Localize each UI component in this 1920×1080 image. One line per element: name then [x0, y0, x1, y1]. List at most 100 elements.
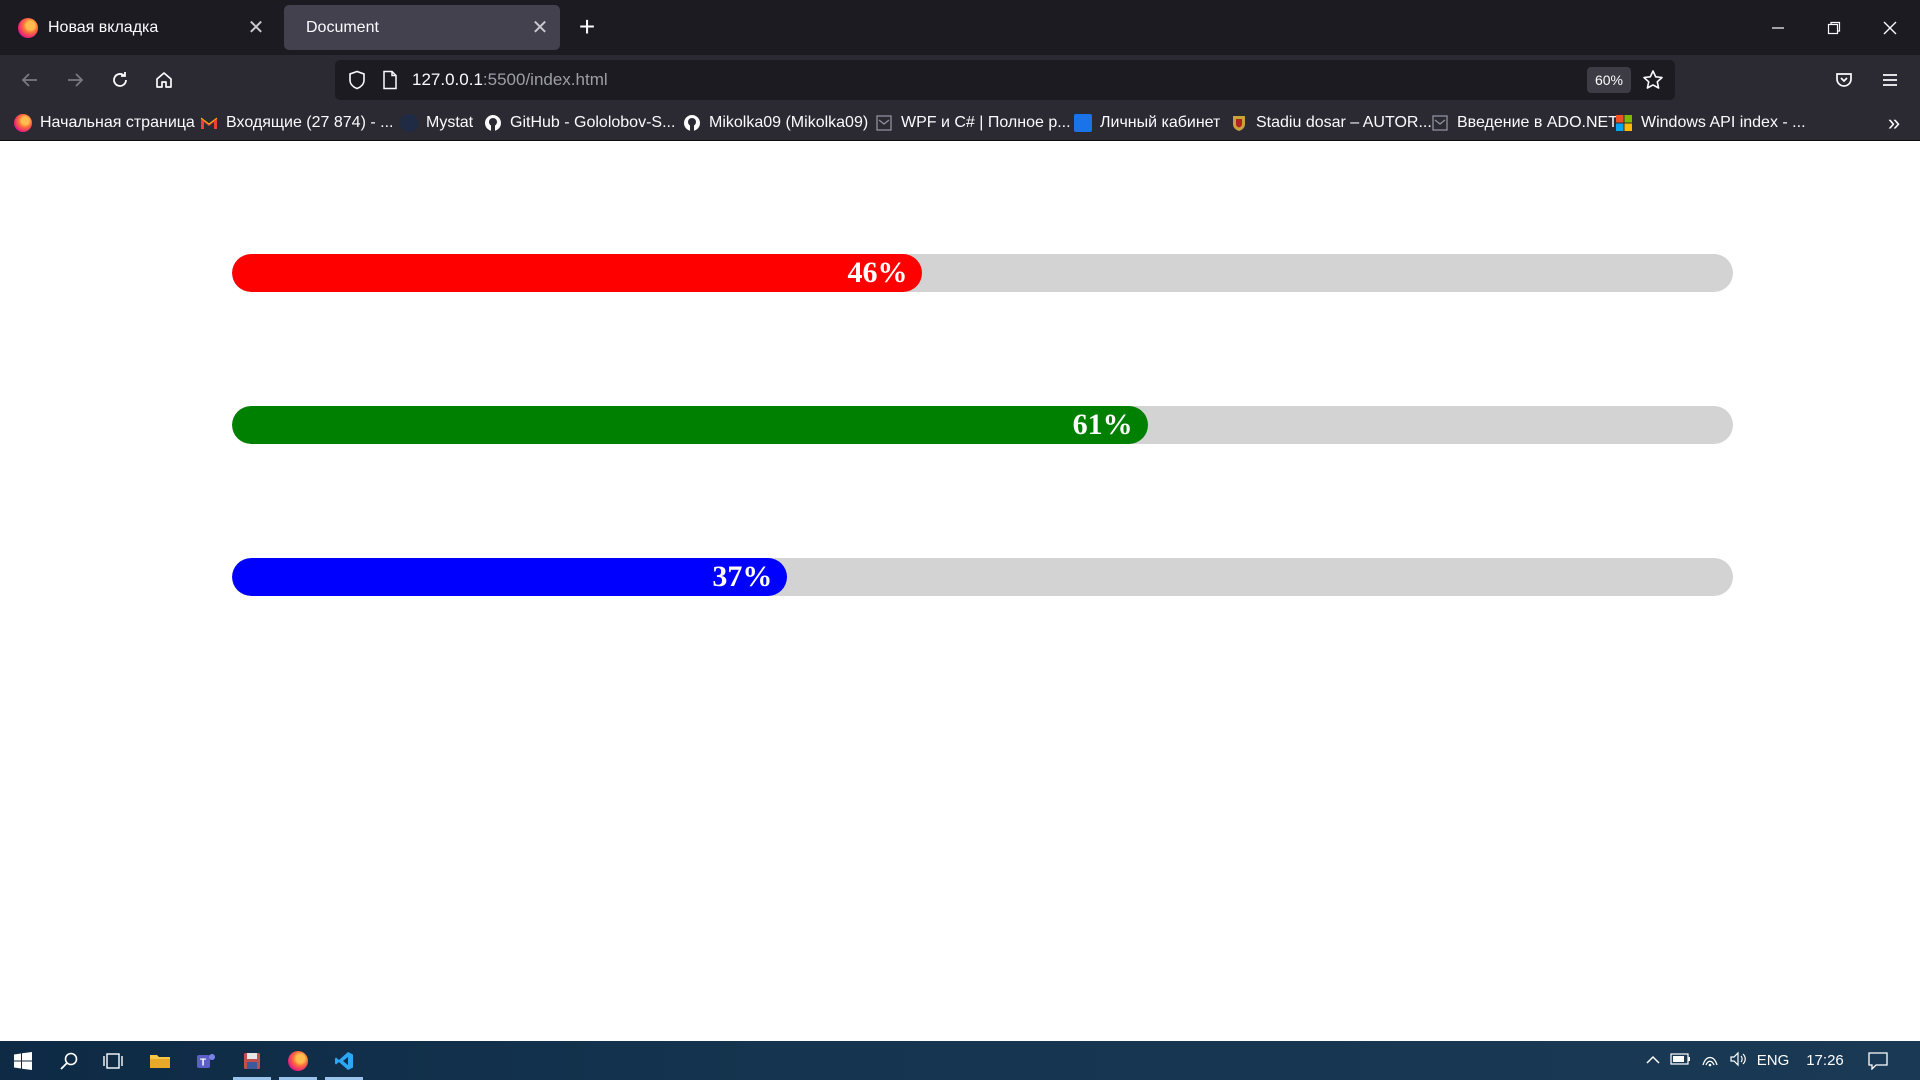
bookmark-label: GitHub - Gololobov-S... — [510, 114, 676, 131]
bookmark-label: Входящие (27 874) - ... — [226, 114, 394, 131]
page-icon — [1432, 115, 1448, 131]
progress-fill: 37% — [232, 558, 788, 596]
restore-icon — [1827, 21, 1841, 34]
hamburger-menu-icon — [1883, 74, 1897, 86]
system-tray: ENG 17:26 — [1640, 1041, 1900, 1080]
task-view-icon — [103, 1052, 123, 1069]
bookmark-item[interactable]: GitHub - Gololobov-S... — [484, 105, 675, 141]
bookmark-label: Начальная страница — [40, 114, 195, 131]
folder-icon — [150, 1054, 170, 1068]
progress-bar-blue: 37% — [232, 558, 1733, 596]
show-hidden-icons-chevron-icon[interactable] — [1640, 1052, 1666, 1069]
network-wifi-icon[interactable] — [1696, 1051, 1724, 1071]
close-tab-icon[interactable]: ✕ — [526, 14, 554, 42]
home-button[interactable] — [146, 63, 182, 97]
reload-icon — [113, 72, 127, 87]
bookmark-label: WPF и C# | Полное р... — [901, 114, 1071, 131]
bookmark-label: Windows API index - ... — [1641, 114, 1806, 131]
bookmark-item[interactable]: Mikolka09 (Mikolka09) — [683, 105, 868, 141]
pocket-button[interactable] — [1826, 63, 1862, 97]
page-info-icon[interactable] — [378, 68, 402, 92]
firefox-icon — [288, 1050, 308, 1071]
teams-button[interactable]: T — [183, 1041, 229, 1080]
mystat-icon — [400, 114, 418, 132]
github-icon — [485, 115, 501, 131]
address-bar[interactable]: 127.0.0.1:5500/index.html 60% — [335, 60, 1675, 100]
more-bookmarks-chevron-icon[interactable]: » — [1880, 109, 1908, 137]
battery-icon[interactable] — [1666, 1052, 1696, 1069]
tab-title: Новая вкладка — [48, 18, 159, 36]
minimize-icon — [1772, 26, 1784, 29]
action-center-notification-icon[interactable] — [1856, 1051, 1900, 1070]
restore-button[interactable] — [1806, 0, 1862, 55]
app-menu-button[interactable] — [1872, 63, 1908, 97]
progress-label: 61% — [1072, 408, 1133, 441]
bookmark-item[interactable]: Stadiu dosar – AUTOR... — [1230, 105, 1432, 141]
bookmark-item[interactable]: WPF и C# | Полное р... — [875, 105, 1071, 141]
task-view-button[interactable] — [90, 1041, 136, 1080]
bookmark-star-icon[interactable] — [1639, 66, 1667, 94]
home-icon — [156, 72, 172, 88]
svg-text:T: T — [200, 1057, 206, 1068]
close-icon — [1883, 21, 1897, 34]
bookmark-item[interactable]: Начальная страница — [14, 105, 195, 141]
url-path: :5500/index.html — [482, 70, 608, 89]
progress-bar-red: 46% — [232, 254, 1733, 292]
close-window-button[interactable] — [1862, 0, 1918, 55]
tab-document[interactable]: Document ✕ — [284, 5, 560, 50]
zoom-level-button[interactable]: 60% — [1586, 67, 1631, 93]
tracking-protection-shield-icon[interactable] — [343, 66, 371, 94]
progress-fill: 46% — [232, 254, 923, 292]
back-button[interactable] — [12, 63, 48, 97]
bookmark-item[interactable]: Введение в ADO.NET — [1431, 105, 1618, 141]
minimize-button[interactable] — [1750, 0, 1806, 55]
bookmark-item[interactable]: Mystat — [400, 105, 473, 141]
firefox-icon — [18, 17, 38, 38]
new-tab-button[interactable]: + — [570, 12, 604, 44]
tab-title: Document — [306, 18, 379, 36]
url-text[interactable]: 127.0.0.1:5500/index.html — [412, 70, 608, 90]
page-icon — [876, 115, 892, 131]
progress-label: 46% — [847, 256, 908, 289]
gmail-icon — [200, 117, 218, 129]
crest-icon — [1233, 116, 1245, 131]
url-host: 127.0.0.1 — [412, 70, 483, 89]
floppy-disk-icon — [244, 1052, 260, 1069]
forward-button[interactable] — [57, 63, 93, 97]
windows-taskbar: T ENG 17:26 — [0, 1041, 1920, 1080]
bookmark-label: Личный кабинет — [1100, 114, 1221, 131]
teams-icon: T — [197, 1053, 215, 1068]
reload-button[interactable] — [102, 63, 138, 97]
bookmark-item[interactable]: Входящие (27 874) - ... — [200, 105, 393, 141]
bookmarks-toolbar: Начальная страница Входящие (27 874) - .… — [0, 105, 1920, 141]
input-language-indicator[interactable]: ENG — [1752, 1052, 1794, 1069]
start-button[interactable] — [0, 1041, 46, 1080]
navigation-toolbar: 127.0.0.1:5500/index.html 60% — [0, 55, 1920, 105]
tab-new-tab[interactable]: Новая вкладка ✕ — [6, 5, 276, 50]
tab-strip: Новая вкладка ✕ Document ✕ + — [0, 0, 1920, 55]
vscode-taskbar-button[interactable] — [321, 1041, 367, 1080]
file-explorer-button[interactable] — [137, 1041, 183, 1080]
search-button[interactable] — [46, 1041, 92, 1080]
save-app-button[interactable] — [229, 1041, 275, 1080]
clock-time[interactable]: 17:26 — [1794, 1052, 1856, 1069]
windows-logo-icon — [14, 1051, 32, 1070]
vscode-icon — [335, 1051, 353, 1070]
firefox-taskbar-button[interactable] — [275, 1041, 321, 1080]
close-tab-icon[interactable]: ✕ — [242, 14, 270, 42]
arrow-left-icon — [21, 73, 37, 87]
bookmark-label: Введение в ADO.NET — [1457, 114, 1618, 131]
arrow-right-icon — [68, 73, 84, 87]
bookmark-label: Mikolka09 (Mikolka09) — [709, 114, 869, 131]
github-icon — [684, 115, 700, 131]
bookmark-item[interactable]: Личный кабинет — [1074, 105, 1220, 141]
pocket-icon — [1836, 73, 1852, 87]
progress-fill: 61% — [232, 406, 1148, 444]
progress-bar-green: 61% — [232, 406, 1733, 444]
volume-icon[interactable] — [1724, 1051, 1752, 1071]
microsoft-icon — [1616, 115, 1632, 131]
bookmark-item[interactable]: Windows API index - ... — [1615, 105, 1806, 141]
cabinet-icon — [1074, 114, 1092, 132]
progress-label: 37% — [712, 560, 773, 593]
firefox-icon — [14, 114, 32, 132]
